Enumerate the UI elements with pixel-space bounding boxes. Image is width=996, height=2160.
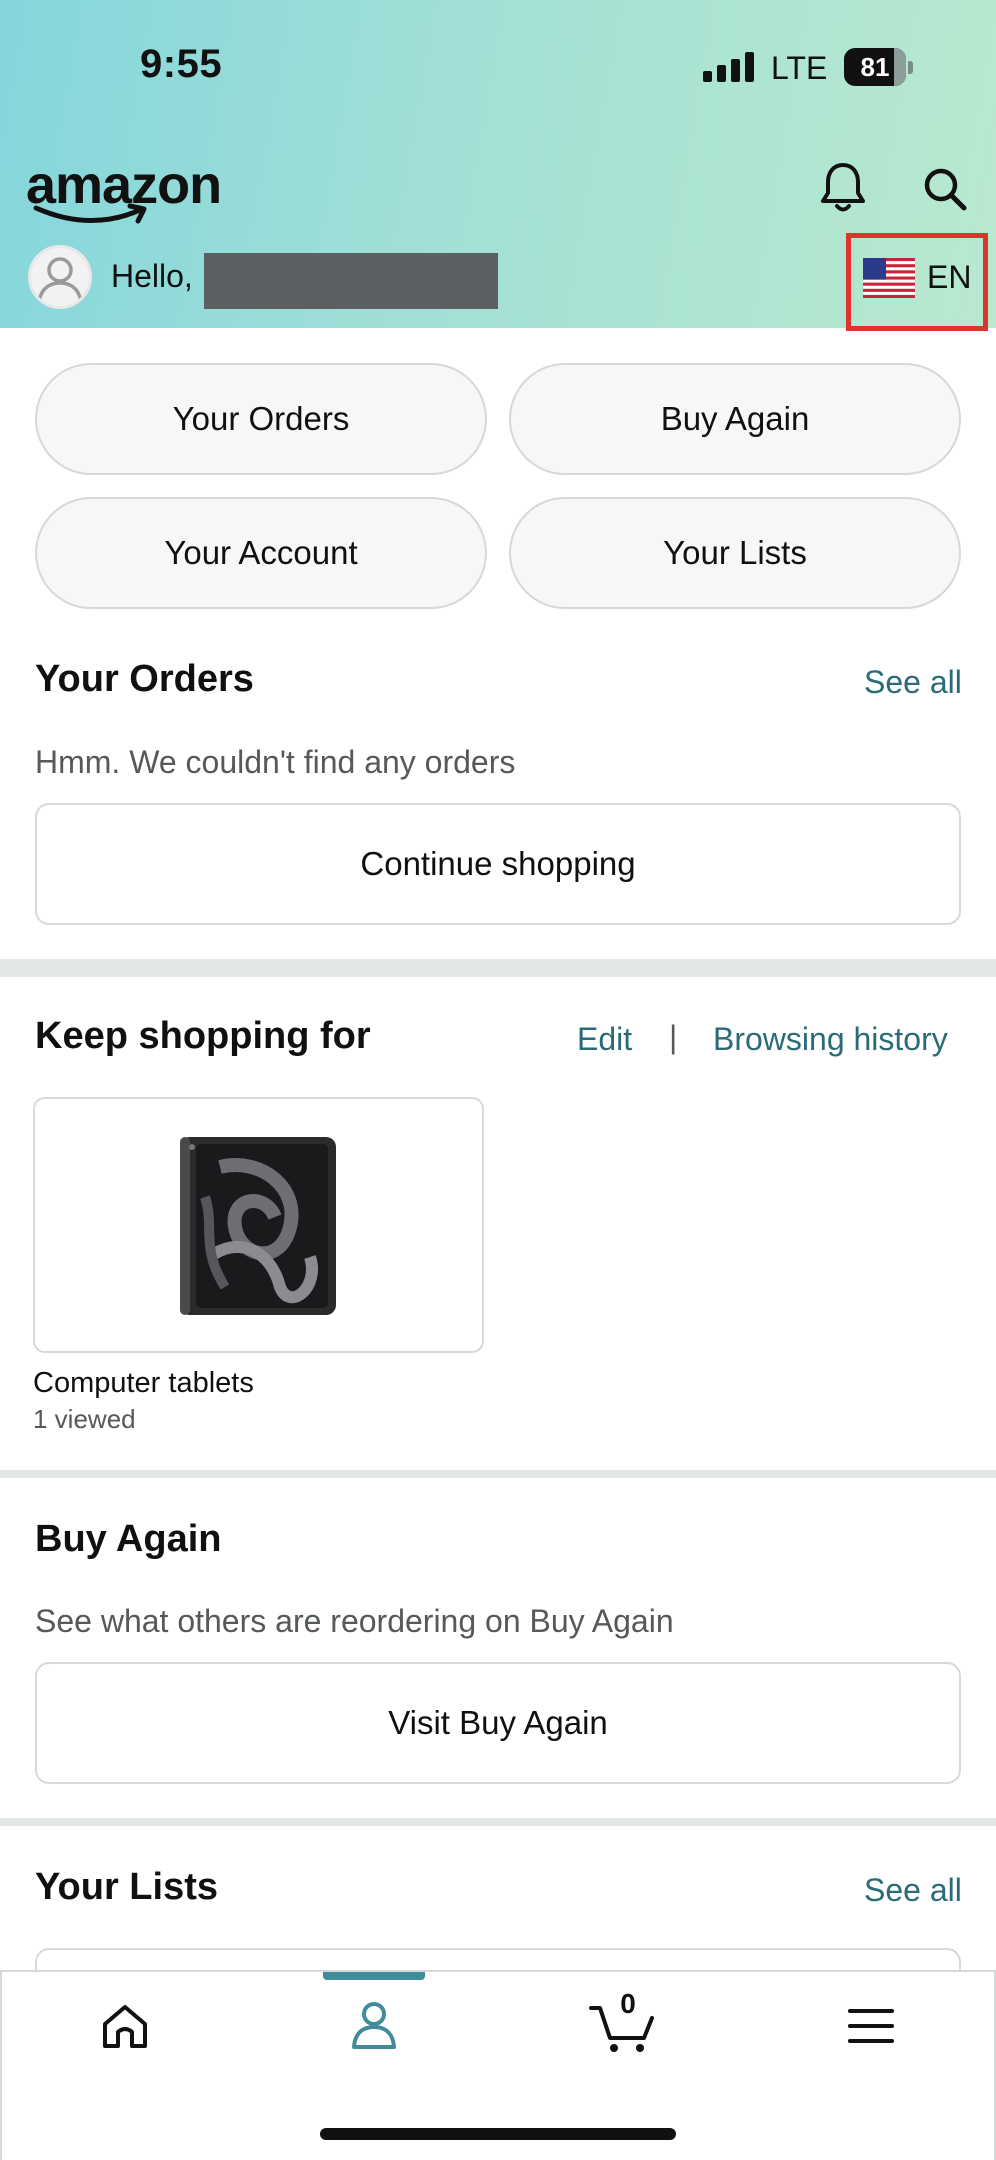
signal-strength-icon xyxy=(703,52,755,82)
language-code[interactable]: EN xyxy=(927,259,971,296)
bell-icon[interactable] xyxy=(818,160,868,214)
your-lists-button[interactable]: Your Lists xyxy=(509,497,961,609)
edit-link[interactable]: Edit xyxy=(577,1021,632,1058)
buy-again-message: See what others are reordering on Buy Ag… xyxy=(35,1603,674,1639)
buy-again-title: Buy Again xyxy=(35,1518,222,1560)
menu-icon[interactable] xyxy=(848,2008,894,2044)
keep-shopping-title: Keep shopping for xyxy=(35,1015,371,1057)
section-divider xyxy=(0,959,996,977)
your-account-button[interactable]: Your Account xyxy=(35,497,487,609)
visit-buy-again-button[interactable]: Visit Buy Again xyxy=(35,1662,961,1784)
battery-level: 81 xyxy=(860,52,890,82)
orders-empty-message: Hmm. We couldn't find any orders xyxy=(35,744,516,780)
greeting-text: Hello, xyxy=(111,258,193,294)
cart-count: 0 xyxy=(620,1988,636,2019)
battery-icon: 81 xyxy=(844,48,913,86)
amazon-logo[interactable]: amazon xyxy=(26,158,222,228)
link-separator: | xyxy=(669,1019,678,1055)
smile-icon xyxy=(33,203,147,224)
lists-title: Your Lists xyxy=(35,1866,218,1908)
buy-again-button[interactable]: Buy Again xyxy=(509,363,961,475)
your-orders-button[interactable]: Your Orders xyxy=(35,363,487,475)
orders-see-all-link[interactable]: See all xyxy=(864,664,962,701)
section-divider xyxy=(0,1470,996,1478)
product-viewed-count: 1 viewed xyxy=(33,1404,136,1434)
browsing-history-link[interactable]: Browsing history xyxy=(713,1021,948,1058)
network-type: LTE xyxy=(771,50,828,86)
status-time: 9:55 xyxy=(140,42,223,86)
orders-title: Your Orders xyxy=(35,658,254,700)
account-icon[interactable] xyxy=(350,2000,398,2050)
section-divider xyxy=(0,1818,996,1826)
redacted-username xyxy=(204,253,498,309)
avatar[interactable] xyxy=(28,245,92,309)
tablet-product-image xyxy=(180,1137,336,1315)
user-silhouette-icon xyxy=(37,257,83,303)
home-icon[interactable] xyxy=(100,2002,150,2050)
active-tab-indicator xyxy=(323,1972,425,1980)
product-name[interactable]: Computer tablets xyxy=(33,1367,254,1400)
lists-see-all-link[interactable]: See all xyxy=(864,1872,962,1909)
us-flag-icon xyxy=(863,258,915,298)
home-indicator[interactable] xyxy=(320,2128,676,2140)
continue-shopping-button[interactable]: Continue shopping xyxy=(35,803,961,925)
search-icon[interactable] xyxy=(922,166,968,212)
